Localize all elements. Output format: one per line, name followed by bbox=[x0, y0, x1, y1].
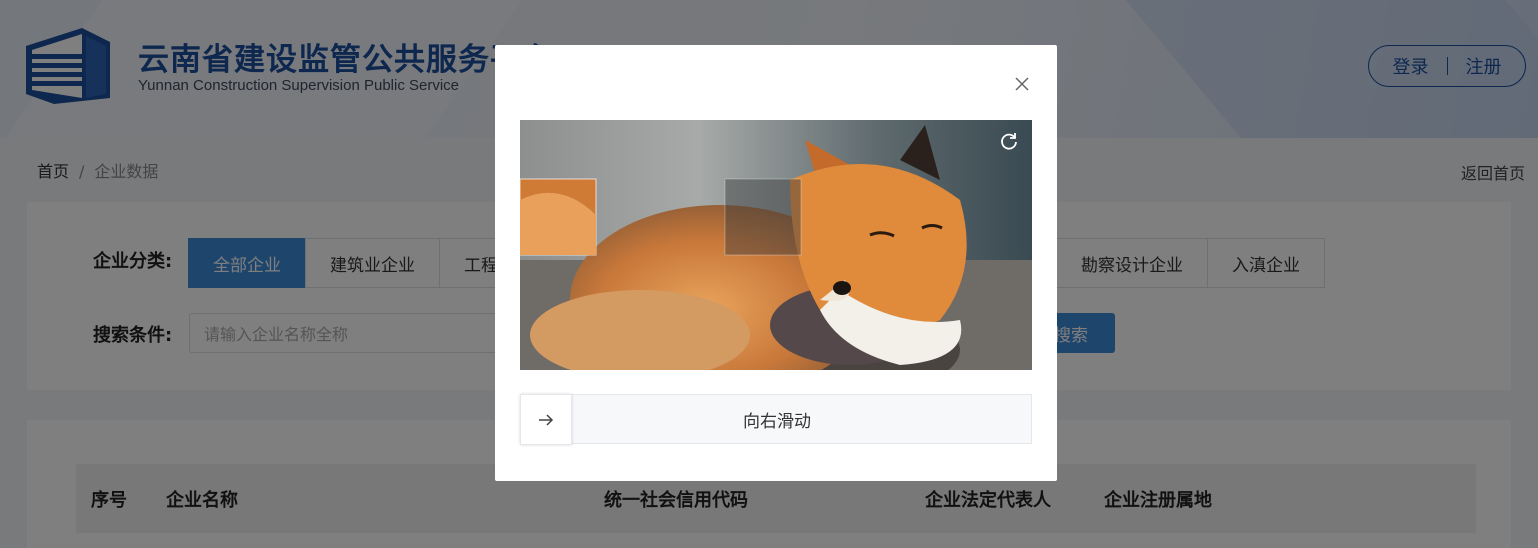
slider-hint: 向右滑动 bbox=[743, 411, 811, 432]
slider-track[interactable]: 向右滑动 bbox=[520, 394, 1032, 445]
captcha-image bbox=[520, 120, 1032, 370]
refresh-icon[interactable] bbox=[998, 130, 1020, 152]
arrow-right-icon bbox=[539, 413, 554, 426]
fox-photo bbox=[520, 120, 1032, 370]
captcha-dialog: 向右滑动 bbox=[495, 45, 1057, 481]
close-icon[interactable] bbox=[1011, 73, 1033, 95]
slider-handle[interactable] bbox=[520, 394, 572, 445]
